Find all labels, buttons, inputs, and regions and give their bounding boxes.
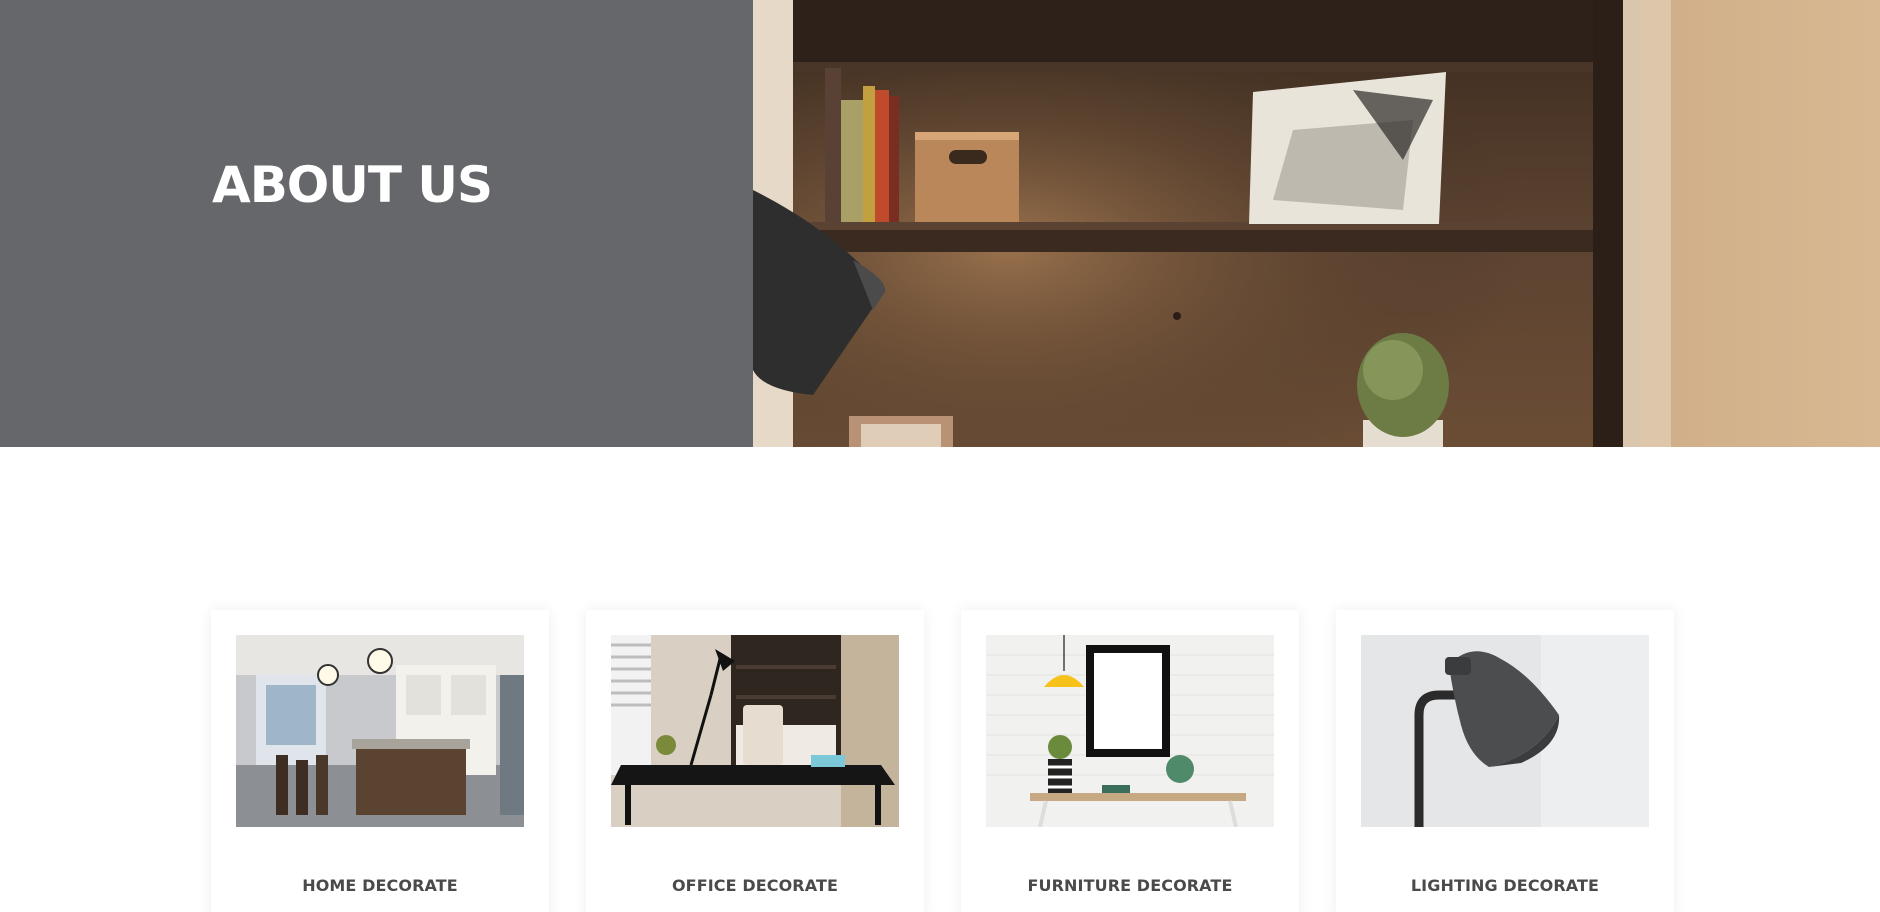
service-title: HOME DECORATE bbox=[302, 876, 458, 895]
service-card-lighting[interactable]: LIGHTING DECORATE bbox=[1336, 610, 1674, 912]
services-section: HOME DECORATE OFFICE DECORATE FURNITURE … bbox=[0, 610, 1880, 912]
hero-title-panel: ABOUT US bbox=[0, 0, 753, 447]
service-title: LIGHTING DECORATE bbox=[1410, 876, 1600, 895]
page-hero: ABOUT US bbox=[0, 0, 1880, 447]
office-desk-image bbox=[611, 635, 899, 827]
wall-lamp-image bbox=[1361, 635, 1649, 827]
hero-image bbox=[753, 0, 1880, 447]
desk-with-frame-image bbox=[986, 635, 1274, 827]
page-title: ABOUT US bbox=[212, 156, 493, 214]
kitchen-interior-image bbox=[236, 635, 524, 827]
service-title: FURNITURE DECORATE bbox=[1027, 876, 1233, 895]
service-card-office[interactable]: OFFICE DECORATE bbox=[586, 610, 924, 912]
service-title: OFFICE DECORATE bbox=[671, 876, 838, 895]
service-card-home[interactable]: HOME DECORATE bbox=[211, 610, 549, 912]
service-card-furniture[interactable]: FURNITURE DECORATE bbox=[961, 610, 1299, 912]
